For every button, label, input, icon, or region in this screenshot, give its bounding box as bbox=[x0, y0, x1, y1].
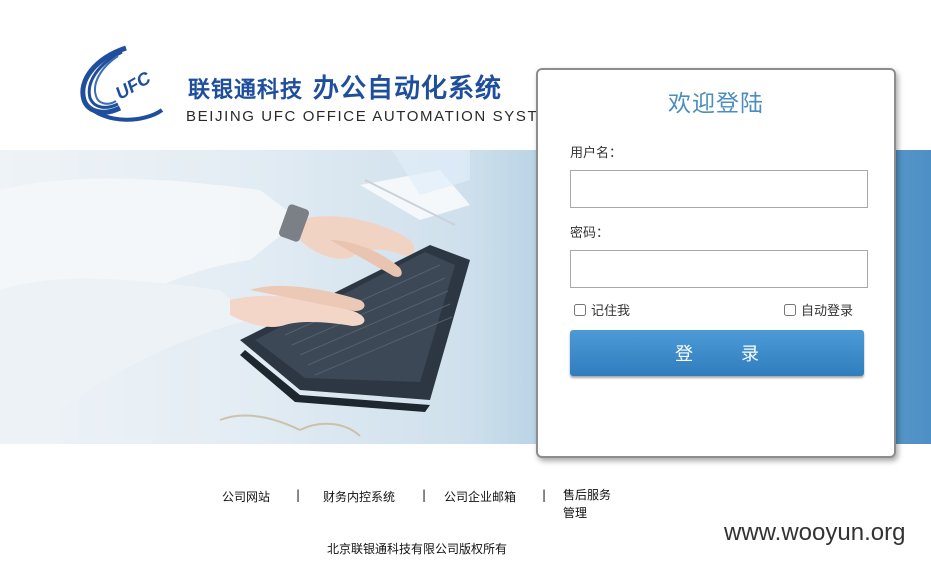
logo-text: UFC bbox=[112, 67, 155, 103]
footer-link-company-site[interactable]: 公司网站 bbox=[222, 488, 270, 505]
remember-me-option[interactable]: 记住我 bbox=[574, 300, 630, 319]
remember-me-checkbox[interactable] bbox=[574, 303, 586, 316]
footer-link-finance-control[interactable]: 财务内控系统 bbox=[323, 488, 395, 505]
footer-link-after-sales[interactable]: 售后服务管理 bbox=[563, 486, 619, 522]
auto-login-label: 自动登录 bbox=[801, 304, 854, 319]
username-label: 用户名： bbox=[570, 146, 623, 161]
remember-me-label: 记住我 bbox=[591, 304, 631, 319]
system-english-name: BEIJING UFC OFFICE AUTOMATION SYSTEM bbox=[186, 108, 564, 125]
auto-login-option[interactable]: 自动登录 bbox=[784, 300, 853, 319]
company-name: 联银通科技 bbox=[188, 77, 304, 103]
footer-separator: | bbox=[296, 488, 301, 502]
password-label: 密码： bbox=[570, 226, 610, 241]
footer-link-company-mail[interactable]: 公司企业邮箱 bbox=[444, 488, 516, 505]
copyright-text: 北京联银通科技有限公司版权所有 bbox=[327, 542, 508, 556]
login-panel: 欢迎登陆 用户名： 密码： 记住我 自动登录 登录 bbox=[536, 68, 896, 458]
watermark-text: www.wooyun.org bbox=[724, 519, 906, 546]
footer-separator: | bbox=[422, 488, 427, 502]
footer-separator: | bbox=[542, 488, 547, 502]
system-name: 办公自动化系统 bbox=[313, 74, 503, 104]
company-logo: UFC bbox=[76, 44, 166, 124]
username-input[interactable] bbox=[570, 170, 868, 208]
login-button[interactable]: 登录 bbox=[570, 330, 864, 376]
brand-title: 联银通科技 办公自动化系统 bbox=[188, 68, 502, 105]
login-title: 欢迎登陆 bbox=[668, 91, 764, 117]
auto-login-checkbox[interactable] bbox=[784, 303, 796, 316]
password-input[interactable] bbox=[570, 250, 868, 288]
